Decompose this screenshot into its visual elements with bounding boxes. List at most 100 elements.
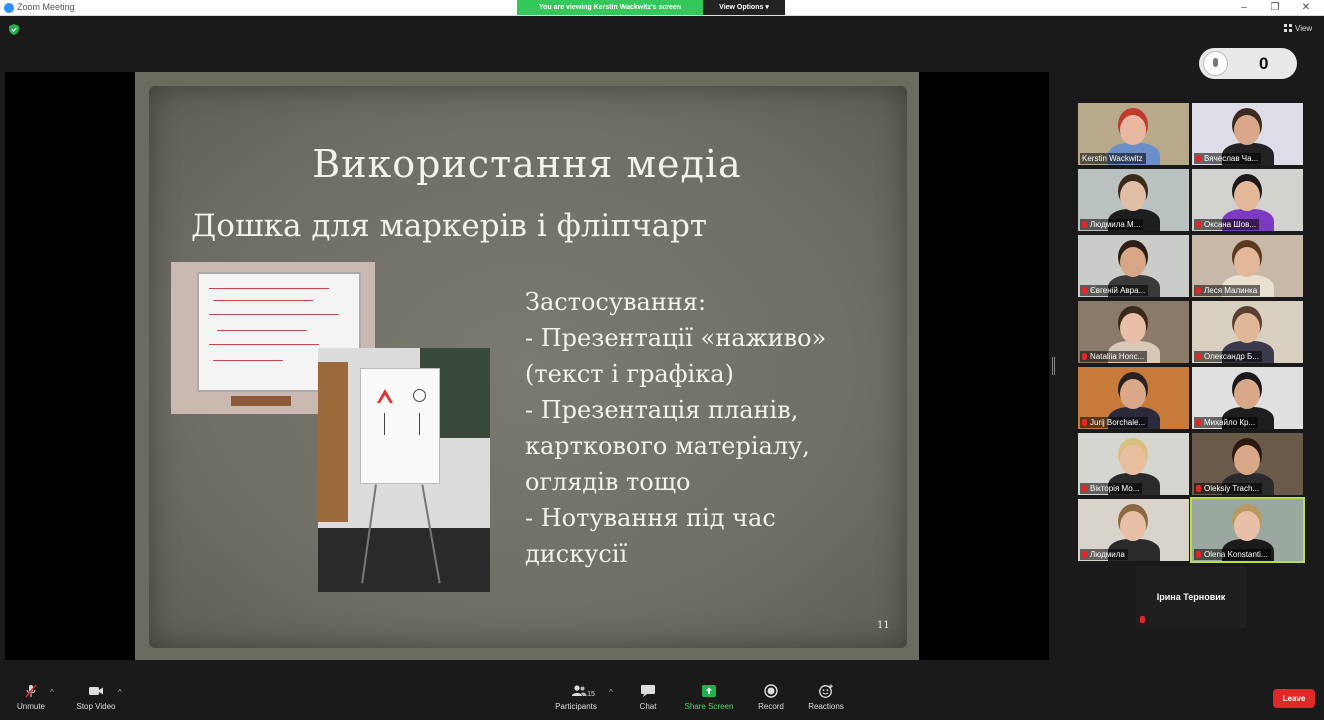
participant-video-face	[1120, 511, 1146, 541]
participant-video-face	[1120, 445, 1146, 475]
stop-video-label: Stop Video	[76, 702, 116, 711]
marker-tray	[231, 396, 291, 406]
participant-name-label: Людмила М...	[1080, 219, 1144, 230]
muted-mic-icon	[1196, 485, 1201, 492]
slide-body-line: - Нотування під час	[525, 504, 776, 532]
participant-name-label: Jurij Borchale...	[1080, 417, 1149, 428]
view-button[interactable]: View	[1284, 24, 1312, 33]
close-button[interactable]: ✕	[1291, 0, 1321, 16]
shared-screen: Використання медіа Дошка для маркерів і …	[5, 72, 1049, 660]
participant-tile[interactable]: Оксана Шов...	[1192, 169, 1303, 231]
participant-name-label: Леся Малинка	[1194, 285, 1261, 296]
record-label: Record	[758, 702, 784, 711]
chat-icon	[641, 685, 655, 697]
slide-body-line: - Презентації «наживо»	[525, 324, 827, 352]
participant-tile[interactable]: Kerstin Wackwitz	[1078, 103, 1189, 165]
participant-tile-audio-only[interactable]: Ірина Терновик	[1136, 566, 1246, 628]
muted-mic-icon	[1082, 221, 1087, 228]
participant-tile[interactable]: Вячеслав Ча...	[1192, 103, 1303, 165]
muted-mic-icon	[1196, 353, 1201, 360]
participant-name: Вікторія Мо...	[1090, 484, 1140, 493]
share-screen-button[interactable]: Share Screen	[683, 676, 735, 711]
participant-name: Людмила	[1090, 550, 1125, 559]
participant-name: Євгеній Авра...	[1090, 286, 1146, 295]
slide-subtitle: Дошка для маркерів і фліпчарт	[191, 208, 708, 244]
muted-mic-icon	[1196, 551, 1201, 558]
participant-tile[interactable]: Михайло Кр...	[1192, 367, 1303, 429]
slide-body: Застосування: - Презентації «наживо» (те…	[525, 284, 895, 572]
mic-icon	[1203, 51, 1228, 76]
participant-tile[interactable]: Nataliia Honc...	[1078, 301, 1189, 363]
participants-options-caret-icon[interactable]: ^	[609, 688, 613, 697]
participant-tile[interactable]: Леся Малинка	[1192, 235, 1303, 297]
muted-mic-icon	[1082, 551, 1087, 558]
participants-icon	[572, 685, 587, 696]
participant-tile[interactable]: Євгеній Авра...	[1078, 235, 1189, 297]
participant-video-face	[1120, 379, 1146, 409]
slide-body-line: оглядів тощо	[525, 468, 691, 496]
unmute-label: Unmute	[16, 702, 45, 711]
participant-name: Оксана Шов...	[1204, 220, 1257, 229]
slide-body-line: (текст і графіка)	[525, 360, 734, 388]
muted-mic-icon	[1082, 419, 1087, 426]
participant-name-label: Олександр Б...	[1194, 351, 1262, 362]
participant-name: Олександр Б...	[1204, 352, 1259, 361]
record-button[interactable]: Record	[753, 676, 789, 711]
restore-button[interactable]: ❐	[1260, 0, 1290, 16]
meeting-toolbar: Unmute ^ Stop Video ^ 15 Participants ^ …	[0, 676, 1324, 720]
encryption-shield-icon[interactable]	[9, 24, 19, 35]
flipchart-image	[360, 368, 440, 484]
presentation-slide: Використання медіа Дошка для маркерів і …	[135, 72, 919, 660]
participants-button[interactable]: 15 Participants	[552, 676, 600, 711]
reactions-label: Reactions	[808, 702, 844, 711]
participant-tile[interactable]: Oleksiy Trach...	[1192, 433, 1303, 495]
participant-video-face	[1234, 247, 1260, 277]
participant-tile[interactable]: Вікторія Мо...	[1078, 433, 1189, 495]
video-options-caret-icon[interactable]: ^	[118, 688, 122, 697]
view-options-button[interactable]: View Options ▾	[703, 0, 785, 15]
minimize-button[interactable]: –	[1229, 0, 1259, 16]
participant-video-face	[1234, 445, 1260, 475]
participant-name-label: Nataliia Honc...	[1080, 351, 1148, 362]
participant-video-face	[1234, 115, 1260, 145]
participant-video-face	[1120, 313, 1146, 343]
share-screen-label: Share Screen	[684, 702, 734, 711]
stop-video-button[interactable]: Stop Video	[72, 676, 120, 711]
participant-tile[interactable]: Олександр Б...	[1192, 301, 1303, 363]
audio-options-caret-icon[interactable]: ^	[50, 688, 54, 697]
muted-mic-icon	[1196, 419, 1201, 426]
reactions-button[interactable]: Reactions	[805, 676, 847, 711]
participant-name: Jurij Borchale...	[1090, 418, 1146, 427]
muted-mic-icon	[1082, 287, 1087, 294]
participant-name-label: Людмила	[1080, 549, 1128, 560]
participant-name: Людмила М...	[1090, 220, 1141, 229]
participant-video-face	[1120, 247, 1146, 277]
participant-tile[interactable]: Людмила М...	[1078, 169, 1189, 231]
feedback-count: 0	[1259, 54, 1269, 73]
panel-resize-handle[interactable]	[1052, 357, 1055, 375]
participant-tile[interactable]: Jurij Borchale...	[1078, 367, 1189, 429]
participant-name-label: Oleksiy Trach...	[1194, 483, 1263, 494]
participant-name-label: Вікторія Мо...	[1080, 483, 1143, 494]
video-camera-icon	[89, 687, 103, 695]
participant-video-face	[1120, 115, 1146, 145]
view-options-label: View Options	[719, 4, 764, 11]
participant-tile[interactable]: Людмила	[1078, 499, 1189, 561]
participant-name-label: Olena Konstanti...	[1194, 549, 1271, 560]
window-title: Zoom Meeting	[17, 2, 75, 12]
share-screen-icon	[702, 685, 716, 697]
leave-button[interactable]: Leave	[1273, 689, 1315, 708]
muted-mic-icon	[25, 684, 37, 698]
participant-tile[interactable]: Olena Konstanti...	[1190, 497, 1305, 563]
share-banner: You are viewing Kerstin Wackwitz's scree…	[517, 0, 703, 15]
flipchart-photo	[318, 348, 490, 592]
unmute-button[interactable]: Unmute	[12, 676, 50, 711]
smiley-plus-icon	[819, 684, 833, 698]
muted-mic-icon	[1082, 485, 1087, 492]
chevron-down-icon: ▾	[765, 4, 769, 11]
view-label: View	[1295, 24, 1313, 33]
nonverbal-feedback-counter: 0	[1199, 48, 1297, 79]
participant-name-label: Kerstin Wackwitz	[1080, 153, 1146, 164]
chat-button[interactable]: Chat	[630, 676, 666, 711]
participant-video-face	[1234, 181, 1260, 211]
